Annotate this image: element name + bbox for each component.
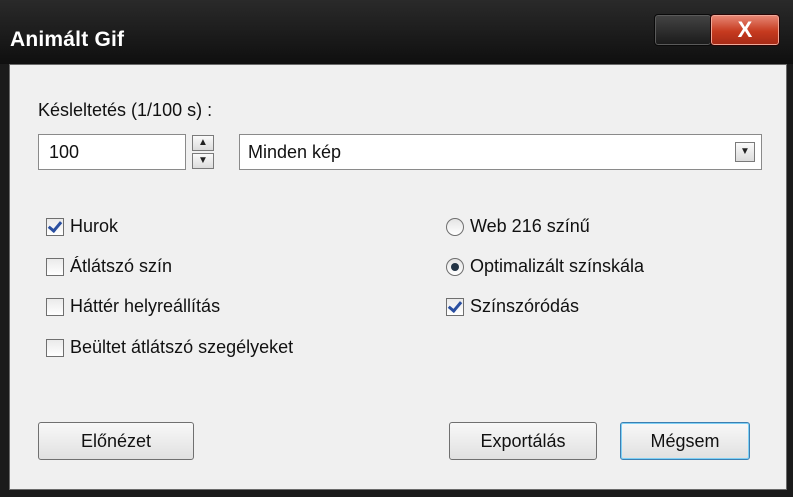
- dither-label: Színszóródás: [470, 296, 580, 316]
- dither-checkbox[interactable]: [446, 298, 464, 316]
- optimized-palette-label: Optimalizált színskála: [470, 256, 645, 276]
- delay-label: Késleltetés (1/100 s) :: [38, 100, 213, 120]
- web216-label: Web 216 színű: [470, 216, 590, 236]
- transparent-color-label: Átlátszó szín: [70, 256, 173, 276]
- spin-down-icon[interactable]: ▼: [192, 153, 214, 169]
- loop-checkbox[interactable]: [46, 218, 64, 236]
- export-button[interactable]: Exportálás: [449, 422, 597, 460]
- loop-label: Hurok: [70, 216, 119, 236]
- restore-background-checkbox[interactable]: [46, 298, 64, 316]
- dialog-window: Animált Gif X Késleltetés (1/100 s) : ▲ …: [0, 0, 793, 497]
- delay-input[interactable]: [38, 134, 186, 170]
- embed-transparent-borders-checkbox[interactable]: [46, 339, 64, 357]
- window-title: Animált Gif: [10, 28, 125, 51]
- cancel-button[interactable]: Mégsem: [620, 422, 750, 460]
- title-bar[interactable]: Animált Gif X: [0, 0, 793, 64]
- close-button[interactable]: X: [710, 14, 780, 46]
- titlebar-button[interactable]: [654, 14, 712, 46]
- restore-background-label: Háttér helyreállítás: [70, 296, 221, 316]
- frames-dropdown-value: Minden kép: [248, 142, 342, 162]
- optimized-palette-radio[interactable]: [446, 258, 464, 276]
- chevron-down-icon[interactable]: ▼: [735, 142, 755, 162]
- delay-spinner[interactable]: ▲ ▼: [192, 135, 216, 169]
- spin-up-icon[interactable]: ▲: [192, 135, 214, 151]
- preview-button[interactable]: Előnézet: [38, 422, 194, 460]
- web216-radio[interactable]: [446, 218, 464, 236]
- frames-dropdown[interactable]: Minden kép ▼: [239, 134, 762, 170]
- transparent-color-checkbox[interactable]: [46, 258, 64, 276]
- embed-transparent-borders-label: Beültet átlátszó szegélyeket: [70, 337, 294, 357]
